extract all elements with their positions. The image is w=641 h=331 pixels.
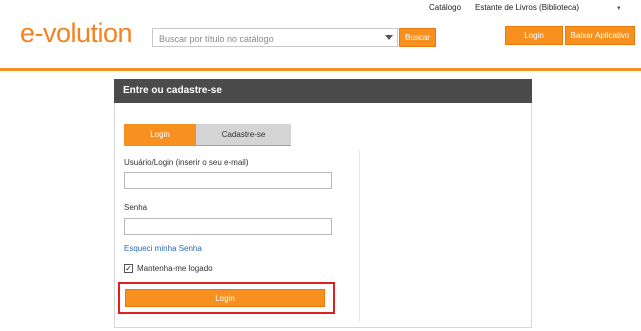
username-field[interactable] (125, 175, 331, 191)
chevron-down-icon[interactable]: ▾ (617, 4, 621, 12)
catalog-link[interactable]: Catálogo (429, 3, 461, 12)
checkmark-icon: ✓ (125, 263, 132, 273)
tab-underline (124, 145, 291, 146)
forgot-password-link[interactable]: Esqueci minha Senha (124, 244, 202, 253)
search-box (152, 28, 398, 48)
tab-register[interactable]: Cadastre-se (196, 124, 291, 145)
password-label: Senha (124, 203, 148, 212)
password-field[interactable] (125, 221, 331, 237)
login-submit-button[interactable]: Login (125, 289, 325, 307)
remember-me-label: Mantenha-me logado (137, 264, 213, 273)
header-login-button[interactable]: Login (505, 26, 563, 45)
panel-title: Entre ou cadastre-se (114, 79, 532, 103)
panel-divider (359, 150, 360, 322)
logo[interactable]: e-volution (20, 18, 133, 49)
top-links: Catálogo Estante de Livros (Biblioteca) … (0, 3, 641, 15)
username-label: Usuário/Login (inserir o seu e-mail) (124, 158, 249, 167)
password-field-wrapper (124, 218, 332, 237)
username-field-wrapper (124, 172, 332, 191)
download-app-button[interactable]: Baixar Aplicativo (565, 26, 635, 45)
chevron-down-icon[interactable] (385, 35, 393, 40)
remember-me[interactable]: ✓ Mantenha-me logado (124, 264, 213, 273)
search-input[interactable] (153, 30, 373, 48)
bookshelf-link[interactable]: Estante de Livros (Biblioteca) (475, 3, 579, 12)
tab-login[interactable]: Login (124, 124, 196, 145)
header-divider (0, 68, 641, 71)
search-button[interactable]: Buscar (399, 28, 436, 47)
checkbox[interactable]: ✓ (124, 264, 133, 273)
